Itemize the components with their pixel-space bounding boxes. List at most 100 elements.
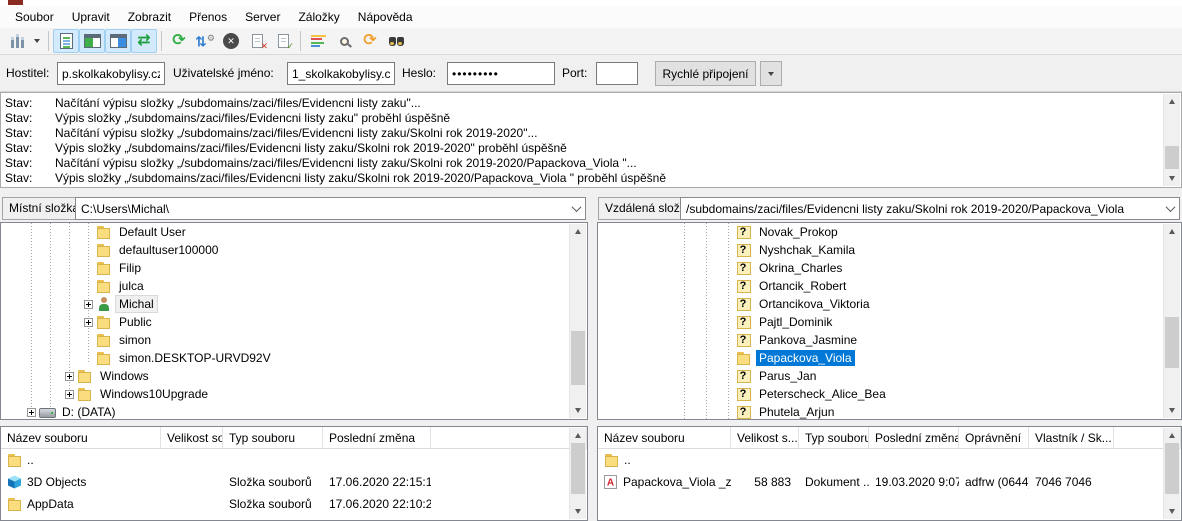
expand-plus-button[interactable] [27, 408, 36, 417]
password-input[interactable] [447, 62, 555, 85]
tree-item-ortancik-robert[interactable]: ?Ortancik_Robert [598, 277, 1181, 295]
file-row-3d-objects[interactable]: 3D ObjectsSložka souborů17.06.2020 22:15… [1, 471, 587, 493]
vertical-splitter[interactable] [588, 222, 597, 521]
tree-item-papackova-viola[interactable]: Papackova_Viola [598, 349, 1181, 367]
tree-item-peterscheck-alice-bea[interactable]: ?Peterscheck_Alice_Bea [598, 385, 1181, 403]
scroll-down-button[interactable] [1164, 171, 1180, 186]
scroll-up-button[interactable] [1164, 428, 1180, 443]
file-row-papackova-viola-zm[interactable]: APapackova_Viola _zm...58 883Dokument ..… [598, 471, 1181, 493]
file-row-appdata[interactable]: AppDataSložka souborů17.06.2020 22:10:21 [1, 493, 587, 515]
menu-item-soubor[interactable]: Soubor [6, 8, 63, 26]
expand-plus-button[interactable] [65, 390, 74, 399]
tree-item-windows10upgrade[interactable]: Windows10Upgrade [1, 385, 587, 403]
toolbar-dropdown-site-manager[interactable] [30, 29, 44, 53]
scrollbar-thumb[interactable] [1165, 317, 1179, 367]
scroll-down-button[interactable] [1164, 504, 1180, 519]
tree-item-nyshchak-kamila[interactable]: ?Nyshchak_Kamila [598, 241, 1181, 259]
toolbar-button-directory-comparison[interactable] [331, 29, 357, 53]
toolbar-button-synchronized-browsing[interactable]: ⟳ [357, 29, 383, 53]
column-header-velikost-s[interactable]: Velikost s... [731, 427, 799, 448]
toolbar-button-toggle-local-tree[interactable] [79, 29, 105, 53]
column-header-vlastn-k-sk[interactable]: Vlastník / Sk... [1029, 427, 1114, 448]
expand-plus-button[interactable] [65, 372, 74, 381]
column-header-n-zev-souboru[interactable]: Název souboruˆ [1, 427, 161, 448]
remote-path-combo[interactable] [680, 197, 1180, 220]
file-row-contacts[interactable]: ContactsSložka souborů17.06.2020 22:15:1… [1, 515, 587, 521]
toolbar-button-refresh[interactable]: ⟳ [166, 29, 192, 53]
tree-item-julca[interactable]: julca [1, 277, 587, 295]
scroll-up-button[interactable] [570, 428, 586, 443]
menu-item-z-lo-ky[interactable]: Záložky [289, 8, 348, 26]
column-header-posledn-zm-na[interactable]: Poslední změna [323, 427, 431, 448]
status-label: Stav: [1, 171, 55, 186]
tree-item-d-data[interactable]: D: (DATA) [1, 403, 587, 420]
toolbar-button-disconnect[interactable]: ✕ [244, 29, 270, 53]
scroll-up-button[interactable] [570, 224, 586, 239]
column-header-opr-vn-n[interactable]: Oprávnění [959, 427, 1029, 448]
column-header-typ-souboru[interactable]: Typ souboru [799, 427, 869, 448]
tree-item-okrina-charles[interactable]: ?Okrina_Charles [598, 259, 1181, 277]
tree-item-simon-desktop-urvd92v[interactable]: simon.DESKTOP-URVD92V [1, 349, 587, 367]
file-row-[interactable]: .. [1, 449, 587, 471]
quickconnect-button[interactable]: Rychlé připojení [655, 61, 756, 86]
tree-item-ortancikova-viktoria[interactable]: ?Ortancikova_Viktoria [598, 295, 1181, 313]
toolbar-button-reconnect[interactable]: ✓ [270, 29, 296, 53]
host-input[interactable] [57, 62, 165, 85]
menu-item-server[interactable]: Server [236, 8, 289, 26]
column-header-n-zev-souboru[interactable]: Název souboruˆ [598, 427, 731, 448]
expand-plus-button[interactable] [84, 318, 93, 327]
expand-plus-button[interactable] [84, 300, 93, 309]
menu-item-zobrazit[interactable]: Zobrazit [119, 8, 180, 26]
scroll-down-button[interactable] [1164, 403, 1180, 418]
tree-item-default-user[interactable]: Default User [1, 223, 587, 241]
vertical-scrollbar[interactable] [569, 224, 586, 418]
vertical-scrollbar[interactable] [1163, 224, 1180, 418]
file-row-[interactable]: .. [598, 449, 1181, 471]
column-header-velikost-so[interactable]: Velikost so... [161, 427, 223, 448]
toolbar-button-toggle-remote-tree[interactable] [105, 29, 131, 53]
scrollbar-thumb[interactable] [1165, 443, 1179, 493]
toolbar-button-filter[interactable] [305, 29, 331, 53]
tree-item-michal[interactable]: Michal [1, 295, 587, 313]
vertical-scrollbar[interactable] [569, 428, 586, 519]
combo-dropdown[interactable] [1161, 198, 1179, 219]
toolbar-button-process-queue[interactable]: ⇅⚙ [192, 29, 218, 53]
username-input[interactable] [287, 62, 395, 85]
tree-item-simon[interactable]: simon [1, 331, 587, 349]
tree-item-phutela-arjun[interactable]: ?Phutela_Arjun [598, 403, 1181, 420]
tree-item-windows[interactable]: Windows [1, 367, 587, 385]
vertical-scrollbar[interactable] [1163, 94, 1180, 186]
tree-item-parus-jan[interactable]: ?Parus_Jan [598, 367, 1181, 385]
tree-item-defaultuser100000[interactable]: defaultuser100000 [1, 241, 587, 259]
toolbar-button-toggle-message-log[interactable] [53, 29, 79, 53]
tree-item-public[interactable]: Public [1, 313, 587, 331]
menu-item-p-enos[interactable]: Přenos [180, 8, 236, 26]
tree-item-pankova-jasmine[interactable]: ?Pankova_Jasmine [598, 331, 1181, 349]
port-input[interactable] [596, 62, 638, 85]
toolbar-button-cancel[interactable]: ✕ [218, 29, 244, 53]
local-path-combo[interactable] [75, 197, 586, 220]
toolbar-button-toggle-transfer-queue[interactable]: ⇄ [131, 29, 157, 53]
scrollbar-thumb[interactable] [1165, 146, 1179, 168]
scroll-up-button[interactable] [1164, 94, 1180, 109]
scrollbar-thumb[interactable] [571, 443, 585, 493]
toolbar-button-site-manager[interactable] [4, 29, 30, 53]
vertical-scrollbar[interactable] [1163, 428, 1180, 519]
menu-item-upravit[interactable]: Upravit [63, 8, 119, 26]
combo-dropdown[interactable] [567, 198, 585, 219]
scroll-down-button[interactable] [570, 403, 586, 418]
horizontal-splitter[interactable] [0, 188, 1182, 196]
scroll-down-button[interactable] [570, 504, 586, 519]
quickconnect-dropdown-button[interactable] [760, 61, 782, 86]
column-header-posledn-zm-na[interactable]: Poslední změna [869, 427, 959, 448]
tree-item-novak-prokop[interactable]: ?Novak_Prokop [598, 223, 1181, 241]
toolbar-button-find-files[interactable] [383, 29, 409, 53]
tree-item-filip[interactable]: Filip [1, 259, 587, 277]
tree-item-pajtl-dominik[interactable]: ?Pajtl_Dominik [598, 313, 1181, 331]
local-path-input[interactable] [76, 202, 567, 216]
menu-item-n-pov-da[interactable]: Nápověda [349, 8, 422, 26]
column-header-typ-souboru[interactable]: Typ souboru [223, 427, 323, 448]
scroll-up-button[interactable] [1164, 224, 1180, 239]
scrollbar-thumb[interactable] [571, 331, 585, 385]
remote-path-input[interactable] [681, 202, 1161, 216]
